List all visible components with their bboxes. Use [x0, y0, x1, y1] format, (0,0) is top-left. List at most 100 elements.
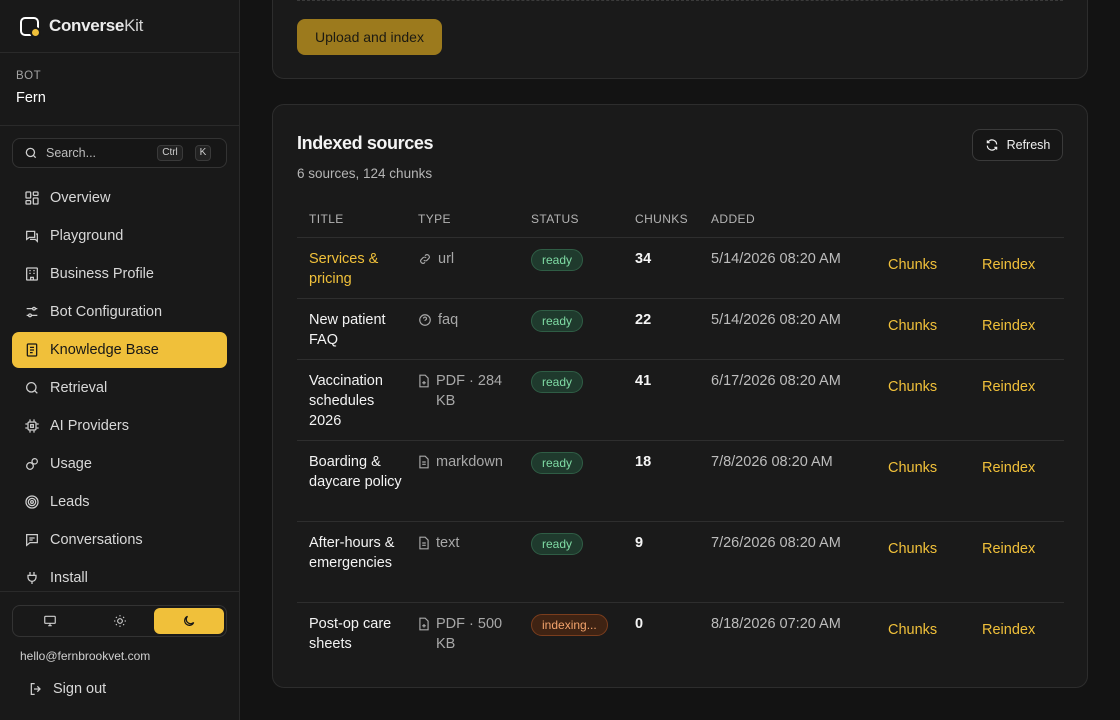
upload-card: Upload and index [272, 0, 1088, 79]
sidebar-item-ai-providers[interactable]: AI Providers [12, 408, 227, 444]
sidebar-item-overview[interactable]: Overview [12, 180, 227, 216]
upload-dropzone[interactable] [297, 0, 1063, 1]
added-date: 5/14/2026 08:20 AM [711, 251, 841, 267]
chunk-count: 9 [635, 535, 644, 551]
bot-selector[interactable]: BOT Fern [0, 53, 239, 126]
chunk-count: 34 [635, 251, 652, 267]
source-type: PDF · 284 KB [418, 371, 513, 411]
sidebar-item-retrieval[interactable]: Retrieval [12, 370, 227, 406]
chunk-count: 41 [635, 373, 652, 389]
status-badge: ready [531, 533, 584, 555]
sidebar-item-label: Install [50, 570, 88, 586]
theme-light-button[interactable] [85, 608, 155, 634]
pdf-file-icon [419, 617, 429, 631]
table-row: New patient FAQ faq ready 22 5/14/2026 0… [297, 299, 1064, 360]
reindex-link[interactable]: Reindex [982, 379, 1035, 395]
reindex-link[interactable]: Reindex [982, 541, 1035, 557]
table-row: After-hours & emergencies text ready 9 7… [297, 522, 1064, 603]
table-row: Boarding & daycare policy markdown ready… [297, 441, 1064, 522]
pdf-file-icon [419, 374, 429, 388]
document-icon [419, 455, 429, 469]
sliders-icon [26, 306, 38, 318]
sidebar-item-label: AI Providers [50, 418, 129, 434]
upload-and-index-button[interactable]: Upload and index [297, 19, 442, 55]
building-icon [26, 267, 38, 281]
sidebar: Converse Kit BOT Fern Search... Ctrl K Ov… [0, 0, 240, 720]
chunks-link[interactable]: Chunks [888, 257, 937, 273]
sidebar-item-business-profile[interactable]: Business Profile [12, 256, 227, 292]
source-type: faq [418, 310, 513, 330]
chunks-link[interactable]: Chunks [888, 460, 937, 476]
search-input[interactable]: Search... Ctrl K [12, 138, 227, 168]
search-icon [26, 382, 38, 394]
sidebar-item-label: Retrieval [50, 380, 108, 396]
sign-out-label: Sign out [53, 681, 107, 697]
source-type: url [418, 249, 513, 269]
source-type-label: faq [438, 312, 459, 328]
source-type-label: url [438, 251, 455, 267]
sidebar-item-playground[interactable]: Playground [12, 218, 227, 254]
logout-icon [30, 683, 41, 695]
sidebar-item-usage[interactable]: Usage [12, 446, 227, 482]
sidebar-item-leads[interactable]: Leads [12, 484, 227, 520]
added-date: 7/26/2026 08:20 AM [711, 535, 841, 551]
sidebar-item-label: Knowledge Base [50, 342, 159, 358]
source-type: markdown [418, 452, 513, 472]
chunks-link[interactable]: Chunks [888, 541, 937, 557]
bot-name: Fern [16, 90, 46, 106]
indexed-sources-card: Indexed sources 6 sources, 124 chunks Re… [272, 104, 1088, 688]
reindex-link[interactable]: Reindex [982, 257, 1035, 273]
refresh-button[interactable]: Refresh [972, 129, 1063, 161]
chat-icon [26, 534, 38, 547]
table-header: TITLE TYPE STATUS CHUNKS ADDED [297, 203, 1064, 238]
sidebar-item-bot-configuration[interactable]: Bot Configuration [12, 294, 227, 330]
sidebar-item-label: Playground [50, 228, 124, 244]
reindex-link[interactable]: Reindex [982, 318, 1035, 334]
added-date: 8/18/2026 07:20 AM [711, 616, 841, 632]
sign-out-button[interactable]: Sign out [28, 681, 106, 697]
source-type: text [418, 533, 513, 553]
source-type-label: PDF · 284 KB [436, 373, 503, 409]
source-type-label: text [436, 535, 460, 551]
user-email: hello@fernbrookvet.com [20, 649, 151, 663]
target-icon [25, 495, 39, 509]
kbd-k: K [195, 145, 211, 161]
chip-icon [25, 419, 39, 433]
added-date: 7/8/2026 08:20 AM [711, 454, 833, 470]
reindex-link[interactable]: Reindex [982, 460, 1035, 476]
kbd-ctrl: Ctrl [157, 145, 183, 161]
chunk-count: 0 [635, 616, 644, 632]
main-content: Upload and index Indexed sources 6 sourc… [240, 0, 1120, 720]
column-header-type: TYPE [418, 212, 451, 226]
chunks-link[interactable]: Chunks [888, 379, 937, 395]
added-date: 5/14/2026 08:20 AM [711, 312, 841, 328]
status-badge: ready [531, 310, 584, 332]
column-header-status: STATUS [531, 212, 579, 226]
sidebar-item-conversations[interactable]: Conversations [12, 522, 227, 558]
source-title: Boarding & daycare policy [309, 454, 402, 490]
brand[interactable]: Converse Kit [0, 0, 239, 53]
brand-name: Converse [49, 16, 125, 35]
source-type: PDF · 500 KB [418, 614, 513, 654]
theme-system-button[interactable] [15, 608, 85, 634]
search-placeholder: Search... [46, 146, 97, 160]
chunk-count: 18 [635, 454, 652, 470]
sidebar-item-knowledge-base[interactable]: Knowledge Base [12, 332, 227, 368]
book-icon [26, 343, 38, 357]
refresh-icon [986, 139, 997, 151]
source-title: Vaccination schedules 2026 [309, 373, 383, 429]
reindex-link[interactable]: Reindex [982, 622, 1035, 638]
sidebar-item-label: Conversations [50, 532, 143, 548]
moon-icon [184, 615, 195, 626]
status-badge: ready [531, 452, 584, 474]
sidebar-item-label: Leads [50, 494, 90, 510]
theme-dark-button[interactable] [154, 608, 225, 634]
theme-switcher [12, 605, 227, 637]
chunks-link[interactable]: Chunks [888, 318, 937, 334]
added-date: 6/17/2026 08:20 AM [711, 373, 841, 389]
refresh-label: Refresh [1006, 138, 1051, 152]
chunks-link[interactable]: Chunks [888, 622, 937, 638]
source-title-link[interactable]: Services & pricing [309, 249, 404, 289]
table-row: Vaccination schedules 2026 PDF · 284 KB … [297, 360, 1064, 441]
column-header-title: TITLE [309, 212, 344, 226]
